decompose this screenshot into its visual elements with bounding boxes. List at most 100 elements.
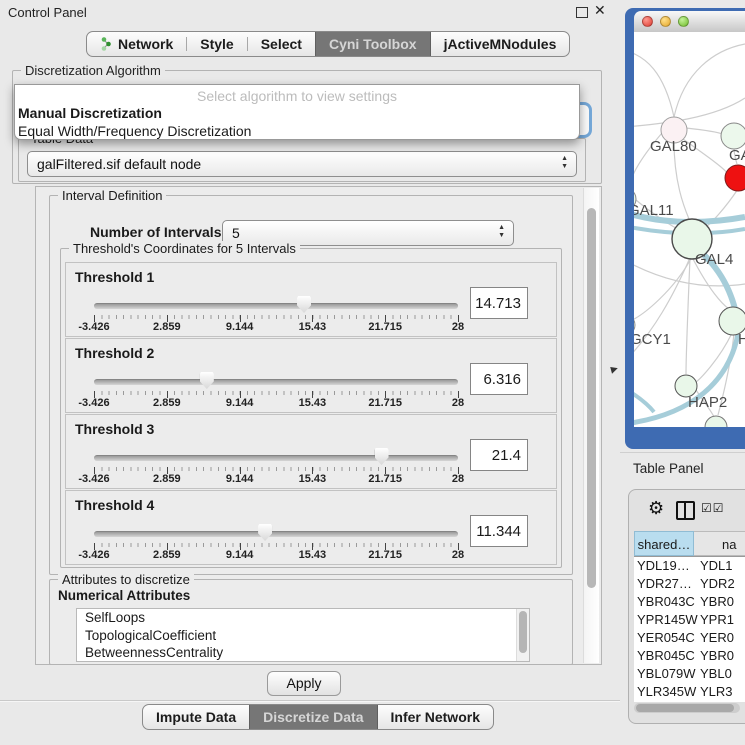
select-columns-checkbox-icons[interactable]: ☑☑	[701, 501, 725, 515]
cell[interactable]: YBR0	[694, 593, 745, 611]
algorithm-option-manual[interactable]: Manual Discretization	[15, 104, 579, 122]
settings-scrollbar[interactable]	[583, 188, 599, 663]
node-table[interactable]: shared… na YDL19…YDL1 YDR27…YDR2 YBR043C…	[634, 531, 745, 702]
node-bottom[interactable]	[705, 416, 727, 427]
table-data-combobox[interactable]: galFiltered.sif default node ▲▼	[27, 151, 577, 177]
column-header-name[interactable]: na	[694, 531, 745, 556]
tab-select[interactable]: Select	[248, 32, 315, 56]
table-row[interactable]: YBR045CYBR0	[634, 647, 745, 665]
cell[interactable]: YBR045C	[634, 647, 694, 665]
node-ga[interactable]	[721, 123, 745, 149]
table-row[interactable]: YBR043CYBR0	[634, 593, 745, 611]
close-traffic-light-icon[interactable]	[642, 16, 653, 27]
scale-label: 2.859	[153, 321, 181, 333]
threshold-3-value-field[interactable]: 21.4	[470, 439, 528, 471]
threshold-2-slider-thumb[interactable]	[200, 372, 214, 389]
threshold-1-slider-thumb[interactable]	[297, 296, 311, 313]
divider	[0, 700, 620, 701]
cell[interactable]: YER054C	[634, 629, 694, 647]
mouse-cursor	[610, 365, 619, 374]
node-red-selected[interactable]	[725, 165, 745, 191]
cell[interactable]: YDR2	[694, 575, 745, 593]
apply-button[interactable]: Apply	[267, 671, 341, 696]
table-header-row: shared… na	[634, 531, 745, 557]
threshold-row-2: Threshold 2 -3.426 2.859 9.144 15.43 21.…	[65, 338, 557, 413]
numerical-attributes-list[interactable]: SelfLoops TopologicalCoefficient Between…	[76, 608, 530, 662]
columns-icon[interactable]	[676, 501, 695, 520]
close-icon[interactable]: ✕	[594, 2, 606, 19]
cell[interactable]: YLR3	[694, 683, 745, 701]
tab-style[interactable]: Style	[187, 32, 246, 56]
threshold-3-label: Threshold 3	[75, 421, 154, 437]
scale-label: 9.144	[226, 549, 254, 561]
cell[interactable]: YIL0	[694, 701, 745, 702]
threshold-1-value-field[interactable]: 14.713	[470, 287, 528, 319]
minimize-traffic-light-icon[interactable]	[660, 16, 671, 27]
discretization-algorithm-group-title: Discretization Algorithm	[21, 63, 165, 78]
table-row[interactable]: YIL052CYIL0	[634, 701, 745, 702]
table-row[interactable]: YPR145WYPR1	[634, 611, 745, 629]
cell[interactable]: YDL19…	[634, 557, 694, 575]
table-row[interactable]: YDR27…YDR2	[634, 575, 745, 593]
slider-scale: -3.426 2.859 9.144 15.43 21.715 28	[94, 473, 458, 485]
table-horizontal-scrollbar[interactable]	[634, 703, 740, 713]
scale-label: 2.859	[153, 549, 181, 561]
scale-label: 28	[452, 549, 464, 561]
float-window-icon[interactable]	[576, 7, 588, 18]
slider-scale: -3.426 2.859 9.144 15.43 21.715 28	[94, 321, 458, 333]
cell[interactable]: YER0	[694, 629, 745, 647]
stepper-icon: ▲▼	[498, 224, 505, 240]
network-window-titlebar[interactable]	[634, 11, 745, 33]
cell[interactable]: YPR1	[694, 611, 745, 629]
list-scrollbar[interactable]	[516, 609, 529, 661]
scale-label: 21.715	[368, 473, 402, 485]
threshold-3-slider-thumb[interactable]	[375, 448, 389, 465]
panel-title: Control Panel	[8, 5, 87, 20]
cell[interactable]: YIL052C	[634, 701, 694, 702]
table-row[interactable]: YLR345WYLR3	[634, 683, 745, 701]
column-header-shared-name[interactable]: shared…	[634, 531, 694, 556]
network-canvas[interactable]: GAL80 GA GAL11 GAL4 GCY1 H HAP2	[634, 32, 745, 427]
scale-label: 9.144	[226, 473, 254, 485]
list-item[interactable]: BetweennessCentrality	[77, 644, 529, 662]
node-label-h: H	[738, 331, 745, 348]
tab-infer-network[interactable]: Infer Network	[378, 705, 493, 729]
node-label-hap2: HAP2	[688, 394, 727, 411]
network-view-window[interactable]: GAL80 GA GAL11 GAL4 GCY1 H HAP2	[625, 8, 745, 449]
threshold-4-label: Threshold 4	[75, 497, 154, 513]
scale-label: -3.426	[78, 473, 109, 485]
scale-label: 2.859	[153, 397, 181, 409]
threshold-4-value-field[interactable]: 11.344	[470, 515, 528, 547]
tab-impute-data[interactable]: Impute Data	[143, 705, 249, 729]
table-row[interactable]: YDL19…YDL1	[634, 557, 745, 575]
table-row[interactable]: YBL079WYBL0	[634, 665, 745, 683]
cell[interactable]: YBR043C	[634, 593, 694, 611]
cell[interactable]: YDR27…	[634, 575, 694, 593]
tab-discretize-data[interactable]: Discretize Data	[249, 705, 377, 729]
algorithm-option-equal-width[interactable]: Equal Width/Frequency Discretization	[15, 122, 579, 140]
cell[interactable]: YPR145W	[634, 611, 694, 629]
gear-icon[interactable]: ⚙	[648, 498, 664, 519]
threshold-2-value-field[interactable]: 6.316	[470, 363, 528, 395]
tab-network[interactable]: Network	[87, 32, 186, 56]
table-panel-title: Table Panel	[633, 461, 704, 476]
threshold-4-slider-thumb[interactable]	[258, 524, 272, 541]
list-item[interactable]: SelfLoops	[77, 609, 529, 627]
table-row[interactable]: YER054CYER0	[634, 629, 745, 647]
list-item[interactable]: TopologicalCoefficient	[77, 627, 529, 645]
scale-label: 9.144	[226, 321, 254, 333]
scale-label: 28	[452, 321, 464, 333]
tab-jactivemnodules[interactable]: jActiveMNodules	[431, 32, 570, 56]
scale-label: 15.43	[299, 397, 327, 409]
cell[interactable]: YLR345W	[634, 683, 694, 701]
zoom-traffic-light-icon[interactable]	[678, 16, 689, 27]
scale-label: 28	[452, 473, 464, 485]
cyni-bottom-tabs: Impute Data Discretize Data Infer Networ…	[142, 704, 494, 730]
cell[interactable]: YBL079W	[634, 665, 694, 683]
tab-cyni-toolbox[interactable]: Cyni Toolbox	[315, 32, 431, 56]
cell[interactable]: YDL1	[694, 557, 745, 575]
number-of-intervals-label: Number of Intervals	[90, 224, 221, 240]
node-label-gal11: GAL11	[634, 202, 674, 219]
cell[interactable]: YBL0	[694, 665, 745, 683]
cell[interactable]: YBR0	[694, 647, 745, 665]
